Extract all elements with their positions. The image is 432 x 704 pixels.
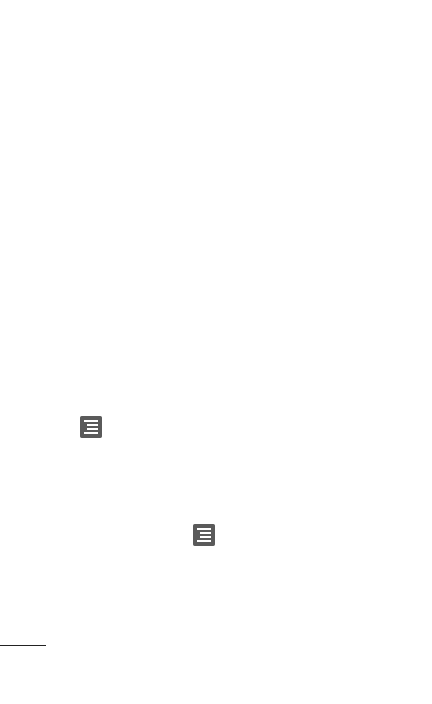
- menu-icon: [193, 524, 215, 546]
- footnote-divider: [0, 645, 46, 646]
- menu-icon: [80, 416, 102, 438]
